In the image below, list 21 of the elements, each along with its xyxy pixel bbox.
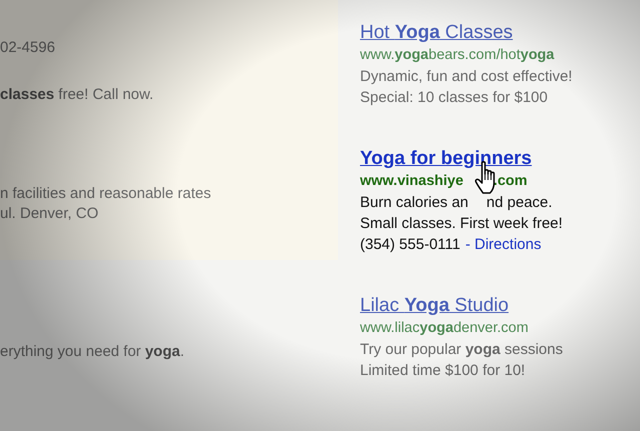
- ad-description: Burn calories an: [360, 193, 468, 213]
- ad-url: www.yogabears.com/hotyoga: [360, 46, 554, 65]
- result-text: classes free! Call now.: [0, 85, 154, 105]
- ad-description: Small classes. First week free!: [360, 214, 563, 234]
- ad-title-link[interactable]: Lilac Yoga Studio: [360, 293, 509, 318]
- result-text: 02-4596: [0, 38, 56, 58]
- ad-title-link[interactable]: Yoga for beginners: [360, 146, 532, 171]
- ad-description: Limited time $100 for 10!: [360, 361, 526, 381]
- ad-url: www.vinashiye: [360, 172, 464, 191]
- result-text: erything you need for yoga.: [0, 342, 186, 362]
- ad-description: Try our popular yoga sessions: [360, 340, 563, 360]
- result-text: n facilities and reasonable rates: [0, 184, 212, 204]
- ad-description: (354) 555-0111: [360, 235, 460, 255]
- ad-url: .com: [493, 172, 528, 191]
- ad-url: www.lilacyogadenver.com: [360, 319, 528, 338]
- ad-title-link[interactable]: Hot Yoga Classes: [360, 20, 513, 45]
- result-text: ul. Denver, CO: [0, 204, 100, 224]
- ad-description: Special: 10 classes for $100: [360, 88, 548, 108]
- directions-link[interactable]: - Directions: [465, 234, 542, 255]
- ad-description: nd peace.: [486, 193, 552, 213]
- ad-description: Dynamic, fun and cost effective!: [360, 67, 572, 87]
